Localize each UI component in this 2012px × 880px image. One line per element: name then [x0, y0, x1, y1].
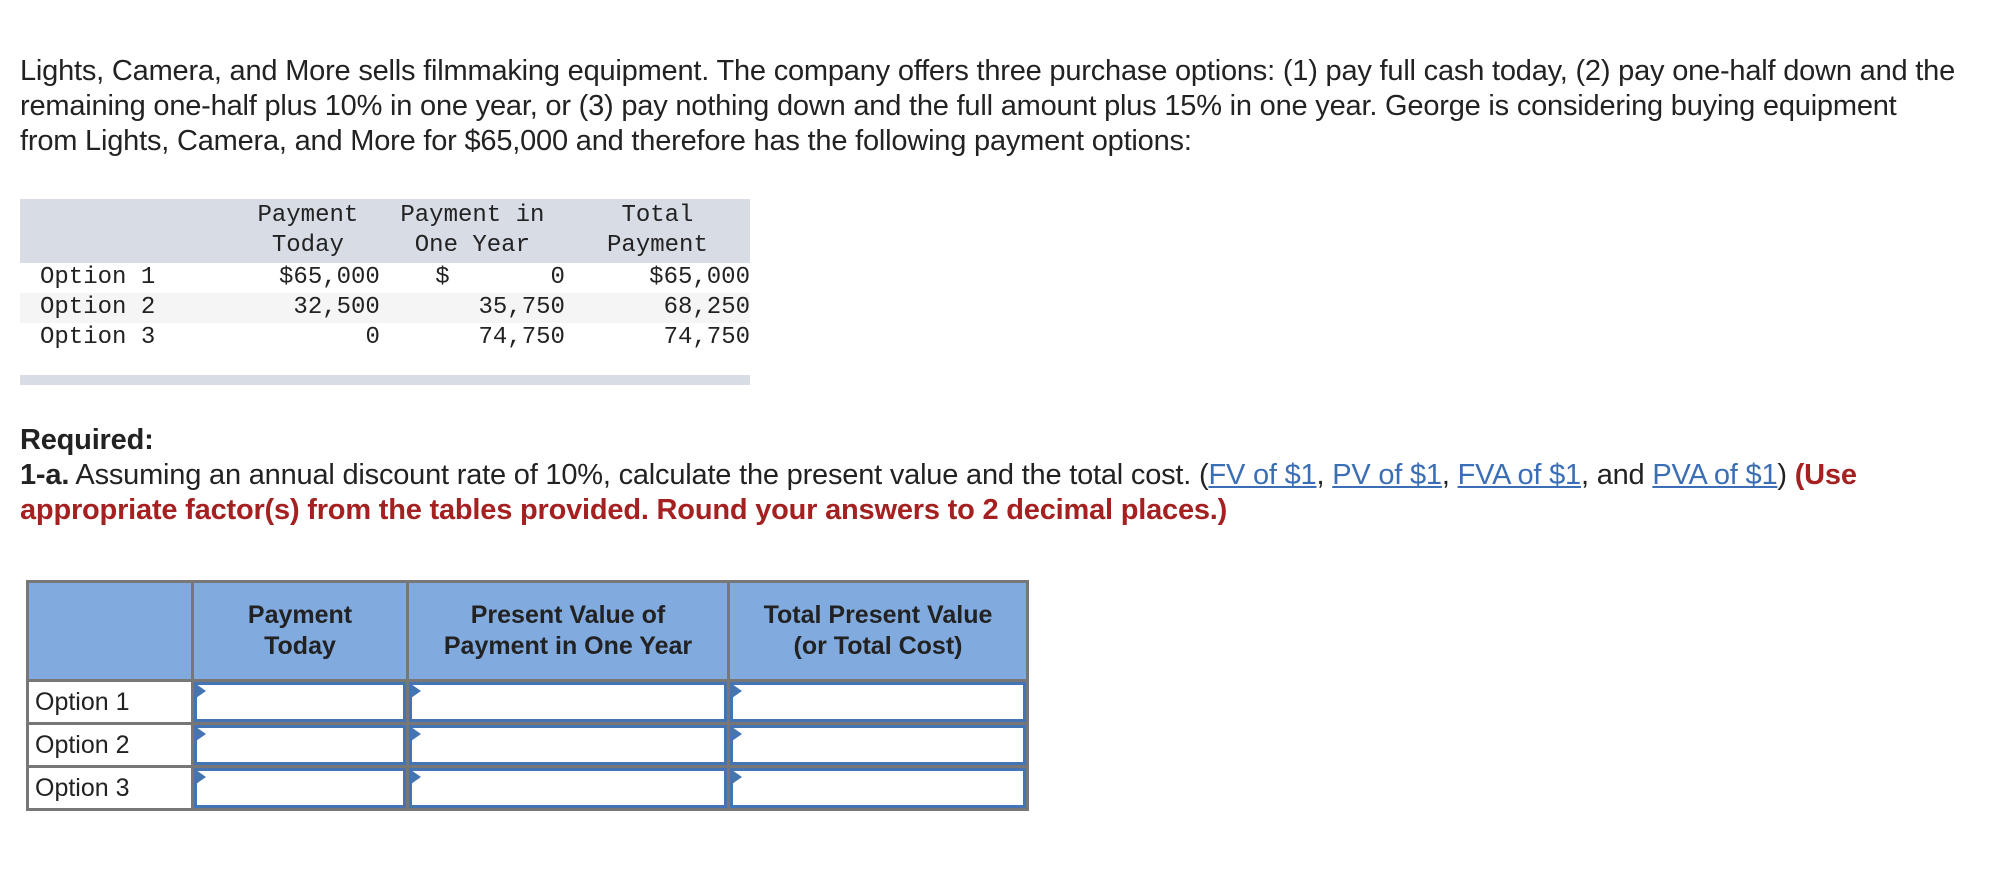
fv-of-1-link[interactable]: FV of $1	[1208, 459, 1316, 491]
payment-today-input[interactable]	[197, 728, 403, 762]
input-marker-icon	[196, 684, 206, 698]
input-marker-icon	[411, 727, 421, 741]
answer-row: Option 1	[26, 679, 1029, 725]
separator: ,	[1316, 459, 1333, 491]
payment-today-cell	[191, 765, 409, 811]
header-line: Payment	[247, 601, 353, 629]
total-pv-cell	[727, 722, 1029, 768]
pv-one-year-input[interactable]	[412, 771, 724, 805]
total-pv-cell	[727, 679, 1029, 725]
given-payment-one-year: $ 0	[435, 264, 565, 291]
given-header-row: Payment Today Payment in One Year Total Pay…	[20, 199, 750, 263]
required-section: Required: 1-a. Assuming an annual discou…	[20, 423, 1960, 528]
given-payment-table: Payment Today Payment in One Year Total Pay…	[20, 199, 750, 385]
problem-intro: Lights, Camera, and More sells filmmakin…	[20, 55, 1955, 157]
given-row-label: Option 1	[40, 264, 156, 291]
given-header-payment-today: Payment Today	[235, 199, 380, 263]
payment-today-cell	[191, 722, 409, 768]
given-payment-today: 0	[365, 324, 380, 351]
payment-today-input[interactable]	[197, 771, 403, 805]
given-payment-one-year: 74,750	[478, 324, 565, 351]
answer-row-label: Option 2	[26, 722, 194, 768]
total-pv-input[interactable]	[733, 771, 1023, 805]
question-number: 1-a.	[20, 459, 70, 491]
total-pv-input[interactable]	[733, 728, 1023, 762]
header-line: Payment in One Year	[443, 632, 693, 660]
given-header-blank	[20, 199, 236, 263]
given-table-footer-bar	[20, 375, 750, 385]
answer-table: Payment Today Present Value of Payment in …	[26, 580, 1029, 811]
answer-row: Option 3	[26, 765, 1029, 811]
total-pv-cell	[727, 765, 1029, 811]
given-total-payment: $65,000	[649, 264, 750, 291]
pv-one-year-cell	[406, 765, 730, 811]
given-payment-one-year: 35,750	[379, 293, 565, 323]
close-paren: )	[1777, 459, 1795, 491]
payment-options-table: Payment Today Payment in One Year Total Pay…	[20, 199, 750, 353]
pv-one-year-input[interactable]	[412, 685, 724, 719]
answer-header-total-pv: Total Present Value (or Total Cost)	[727, 580, 1029, 682]
input-marker-icon	[196, 770, 206, 784]
header-line: Present Value of	[470, 601, 666, 629]
pv-one-year-input[interactable]	[412, 728, 724, 762]
separator: , and	[1580, 459, 1653, 491]
answer-header-blank	[26, 580, 194, 682]
required-title: Required:	[20, 424, 154, 456]
input-marker-icon	[411, 684, 421, 698]
given-header-total-payment: Total Payment	[564, 199, 750, 263]
header-line: Today	[264, 632, 336, 660]
payment-today-cell	[191, 679, 409, 725]
given-row: Option 2 32,500 35,750 68,250	[20, 293, 750, 323]
answer-header-pv-one-year: Present Value of Payment in One Year	[406, 580, 730, 682]
answer-row-label: Option 3	[26, 765, 194, 811]
input-marker-icon	[732, 684, 742, 698]
answer-header-row: Payment Today Present Value of Payment in …	[26, 580, 1029, 682]
pv-of-1-link[interactable]: PV of $1	[1332, 459, 1442, 491]
payment-today-input[interactable]	[197, 685, 403, 719]
header-line: (or Total Cost)	[793, 632, 963, 660]
given-row: Option 3 0 74,750 74,750	[20, 323, 750, 353]
fva-of-1-link[interactable]: FVA of $1	[1458, 459, 1582, 491]
answer-row: Option 2	[26, 722, 1029, 768]
answer-header-payment-today: Payment Today	[191, 580, 409, 682]
input-marker-icon	[732, 727, 742, 741]
given-total-payment: 74,750	[663, 324, 750, 351]
given-row-label: Option 2	[20, 293, 236, 323]
pv-one-year-cell	[406, 679, 730, 725]
separator: ,	[1441, 459, 1458, 491]
input-marker-icon	[411, 770, 421, 784]
given-header-payment-one-year: Payment in One Year	[379, 199, 565, 263]
input-marker-icon	[196, 727, 206, 741]
input-marker-icon	[732, 770, 742, 784]
pva-of-1-link[interactable]: PVA of $1	[1652, 459, 1777, 491]
question-text: Assuming an annual discount rate of 10%,…	[69, 459, 1209, 491]
given-row-label: Option 3	[40, 324, 156, 351]
header-line: Total Present Value	[763, 601, 993, 629]
given-total-payment: 68,250	[564, 293, 750, 323]
answer-row-label: Option 1	[26, 679, 194, 725]
given-payment-today: $65,000	[279, 264, 380, 291]
given-row: Option 1 $65,000 $ 0 $65,000	[20, 263, 750, 293]
total-pv-input[interactable]	[733, 685, 1023, 719]
given-payment-today: 32,500	[235, 293, 380, 323]
pv-one-year-cell	[406, 722, 730, 768]
